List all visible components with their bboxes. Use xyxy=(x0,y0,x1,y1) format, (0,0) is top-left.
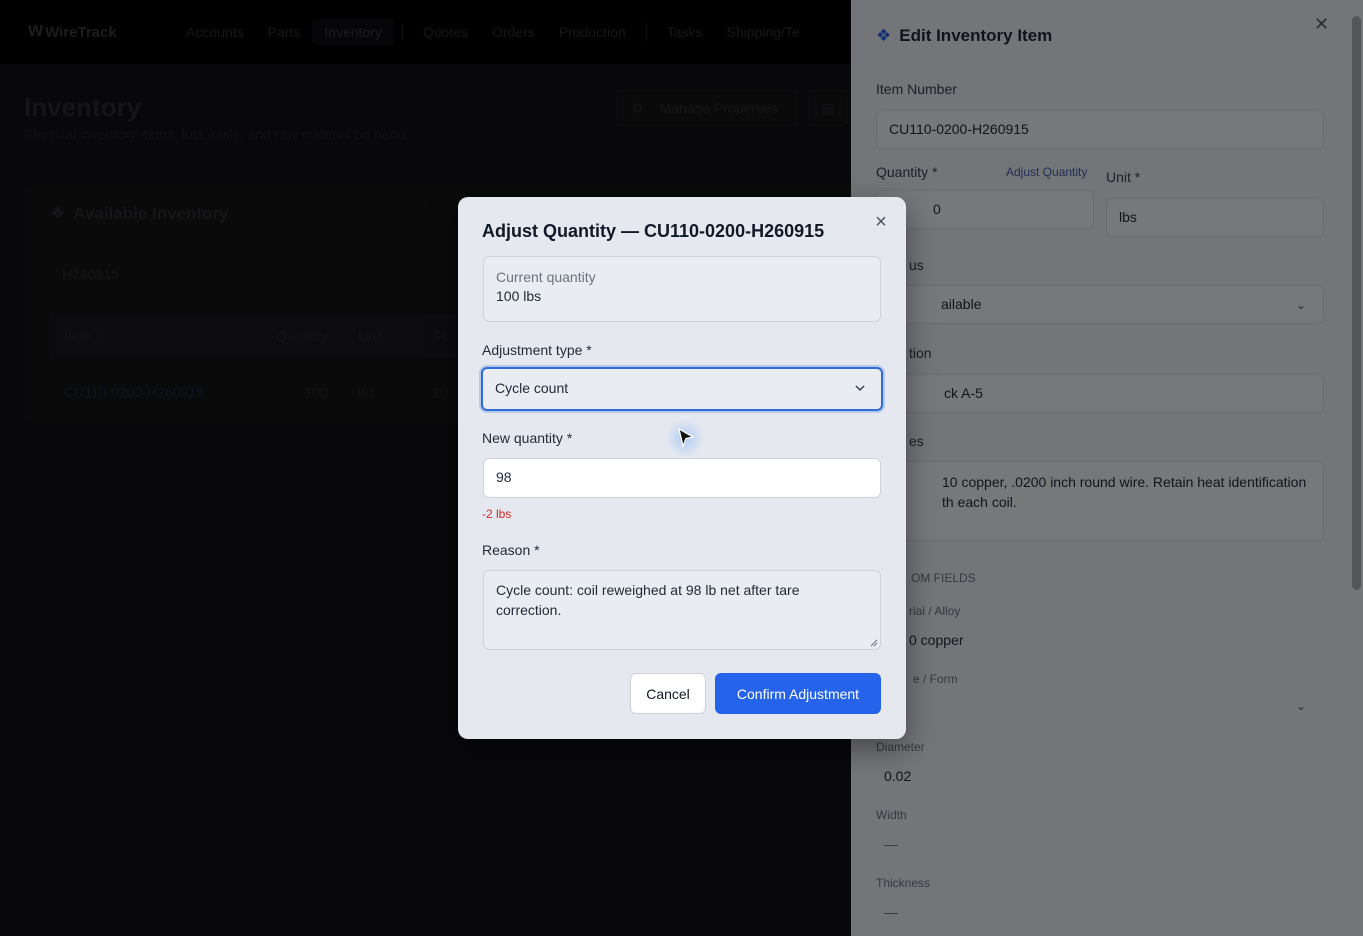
reason-label: Reason * xyxy=(482,542,540,558)
quantity-delta: -2 lbs xyxy=(482,507,512,521)
mouse-cursor-icon xyxy=(665,418,705,458)
current-quantity-value: 100 lbs xyxy=(496,288,542,304)
reason-text: Cycle count: coil reweighed at 98 lb net… xyxy=(496,582,800,618)
cancel-button[interactable]: Cancel xyxy=(630,673,706,714)
new-quantity-label: New quantity * xyxy=(482,430,573,446)
dialog-title: Adjust Quantity — CU110-0200-H260915 xyxy=(482,221,825,241)
adjustment-type-label: Adjustment type * xyxy=(482,342,592,358)
adjust-quantity-dialog: Adjust Quantity — CU110-0200-H260915 × C… xyxy=(458,197,906,739)
adjustment-type-value: Cycle count xyxy=(495,380,569,396)
confirm-adjustment-button[interactable]: Confirm Adjustment xyxy=(715,673,881,714)
chevron-down-icon xyxy=(855,385,865,392)
new-quantity-input[interactable]: 98 xyxy=(483,458,881,498)
reason-textarea[interactable]: Cycle count: coil reweighed at 98 lb net… xyxy=(483,570,881,650)
adjustment-type-select[interactable]: Cycle count xyxy=(481,367,883,411)
resize-grip-icon[interactable] xyxy=(870,639,878,647)
current-quantity-box: Current quantity 100 lbs xyxy=(483,256,881,322)
current-quantity-label: Current quantity xyxy=(496,269,596,285)
close-icon[interactable]: × xyxy=(872,211,890,233)
